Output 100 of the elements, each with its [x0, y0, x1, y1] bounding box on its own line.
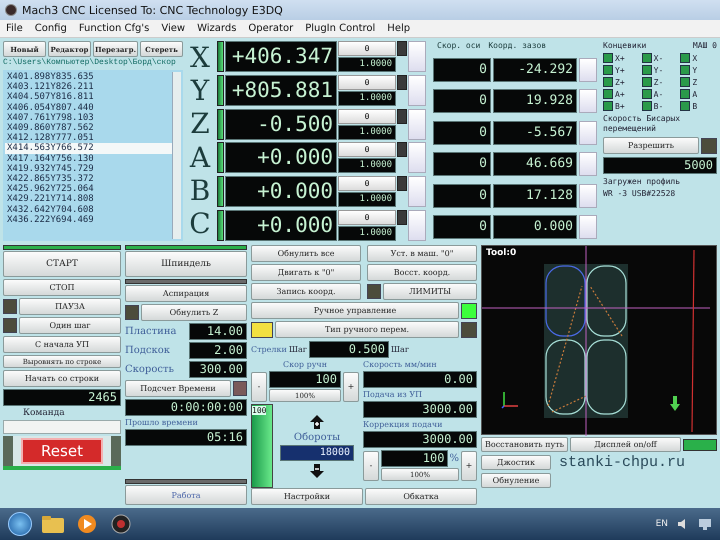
gcode-line[interactable]: X409.860Y787.562 — [5, 123, 172, 134]
website-text: stanki-chpu.ru — [559, 454, 686, 471]
readout-display: 0 — [433, 215, 491, 239]
gcode-line[interactable]: X401.898Y835.635 — [5, 72, 172, 82]
readout-display: 0 — [433, 152, 491, 176]
button[interactable]: Обнулить все — [251, 245, 361, 262]
button[interactable]: Дисплей on/off — [570, 437, 681, 452]
scrollbar[interactable] — [172, 72, 181, 239]
readout-display: 0:00:00:00 — [125, 399, 247, 416]
button[interactable]: Настройки — [251, 488, 363, 505]
button[interactable]: ЛИМИТЫ — [383, 283, 477, 300]
button[interactable]: Джостик — [481, 455, 551, 470]
gcode-line[interactable]: X404.507Y816.811 — [5, 92, 172, 103]
gcode-line[interactable]: X412.128Y777.051 — [5, 133, 172, 144]
offset-field[interactable]: 0 — [338, 142, 396, 158]
axis-button[interactable] — [579, 120, 597, 144]
button[interactable]: Восст. коорд. — [367, 264, 477, 281]
button[interactable]: С начала УП — [3, 336, 121, 353]
axis-button[interactable] — [579, 184, 597, 208]
label: Y- — [654, 66, 664, 74]
gcode-line[interactable]: X417.164Y756.130 — [5, 154, 172, 164]
menu-item[interactable]: Help — [387, 23, 410, 34]
button[interactable]: Подсчет Времени — [125, 380, 231, 397]
label: МАШ 0 — [692, 41, 717, 50]
button[interactable]: ПАУЗА — [19, 298, 121, 315]
button[interactable]: СТОП — [3, 279, 121, 296]
button[interactable]: Двигать к "0" — [251, 264, 361, 281]
menu-item[interactable]: Config — [34, 23, 67, 34]
axis-button[interactable] — [579, 215, 597, 239]
tool-label: Tool:0 — [486, 248, 516, 258]
command-field[interactable] — [3, 420, 121, 434]
button[interactable]: СТАРТ — [3, 251, 121, 277]
axis-letter: C — [188, 209, 212, 240]
axis-button[interactable] — [579, 89, 597, 113]
offset-field[interactable]: 0 — [338, 210, 396, 225]
button[interactable]: Аспирация — [125, 285, 247, 302]
readout-display: 0.000 — [493, 215, 577, 239]
gcode-line[interactable]: X429.221Y714.808 — [5, 194, 172, 205]
button[interactable]: - — [251, 372, 267, 402]
gcode-line[interactable]: X436.222Y694.469 — [5, 214, 172, 226]
axis-button[interactable] — [408, 108, 426, 140]
button[interactable]: Обнуление — [481, 473, 551, 488]
axis-button[interactable] — [408, 41, 426, 72]
start-button[interactable] — [8, 512, 32, 536]
offset-field[interactable]: 0 — [338, 41, 396, 56]
button[interactable]: Разрешить — [603, 137, 699, 154]
language-indicator[interactable]: EN — [656, 519, 668, 529]
menu-item[interactable]: Operator — [248, 23, 294, 34]
offset-field[interactable]: 0 — [338, 176, 396, 192]
button[interactable]: Восстановить путь — [481, 437, 568, 452]
button[interactable]: Ручное управление — [251, 302, 459, 319]
gcode-line[interactable]: X432.642Y704.608 — [5, 204, 172, 215]
reset-button[interactable]: Reset — [21, 438, 103, 464]
label: Коррекция подачи — [363, 420, 444, 429]
button[interactable]: + — [461, 450, 477, 480]
gcode-line[interactable]: X422.865Y735.372 — [5, 174, 172, 184]
menu-item[interactable]: Function Cfg's — [78, 23, 150, 34]
button[interactable]: Тип ручного перем. — [275, 321, 459, 338]
menu-item[interactable]: Wizards — [197, 23, 236, 34]
axis-button[interactable] — [579, 152, 597, 176]
label: Шаг — [288, 344, 307, 354]
gcode-line[interactable]: X403.121Y826.211 — [5, 82, 172, 92]
offset-field[interactable]: 0 — [338, 74, 396, 90]
axis-button[interactable] — [408, 74, 426, 106]
slider-value: 100 — [252, 406, 266, 415]
gcode-line[interactable]: X407.761Y798.103 — [5, 112, 172, 124]
readout-display: 0 — [433, 89, 491, 113]
button[interactable]: Шпиндель — [125, 251, 247, 277]
label: Команда — [22, 408, 66, 418]
button[interactable]: Начать со строки — [3, 370, 121, 387]
axis-button[interactable] — [408, 176, 426, 208]
menu-item[interactable]: File — [6, 23, 23, 34]
button[interactable]: Уст. в маш. "0" — [367, 245, 477, 262]
label: Z- — [654, 78, 664, 86]
axis-button[interactable] — [408, 142, 426, 174]
menu-item[interactable]: View — [161, 23, 186, 34]
readout-display: 100 — [269, 371, 341, 388]
axis-button[interactable] — [408, 210, 426, 241]
button[interactable]: Обнулить Z — [141, 304, 247, 321]
position-display: +0.000 — [225, 210, 337, 241]
button[interactable]: + — [343, 372, 359, 402]
gcode-line[interactable]: X419.932Y745.729 — [5, 164, 172, 174]
axis-letter: A — [188, 142, 212, 173]
spindle-slider[interactable]: 100 — [251, 404, 273, 488]
button[interactable]: Один шаг — [19, 317, 121, 334]
readout-display: 300.00 — [189, 361, 247, 378]
label: Концевики — [603, 41, 646, 50]
label: Скор ручн — [282, 360, 328, 369]
gcode-line[interactable]: X406.054Y807.440 — [5, 102, 172, 113]
button[interactable]: Запись коорд. — [251, 283, 361, 300]
gcode-line[interactable]: X425.962Y725.064 — [5, 184, 172, 194]
button[interactable]: Обкатка — [365, 488, 477, 505]
label: Коорд. зазов — [488, 41, 546, 52]
label: Скорость — [125, 364, 174, 375]
offset-field[interactable]: 0 — [338, 108, 396, 124]
menu-item[interactable]: PlugIn Control — [305, 23, 376, 34]
axis-button[interactable] — [579, 58, 597, 82]
arrow-down-icon — [309, 462, 325, 478]
button[interactable]: Работа — [125, 485, 247, 505]
button[interactable]: - — [363, 450, 379, 480]
